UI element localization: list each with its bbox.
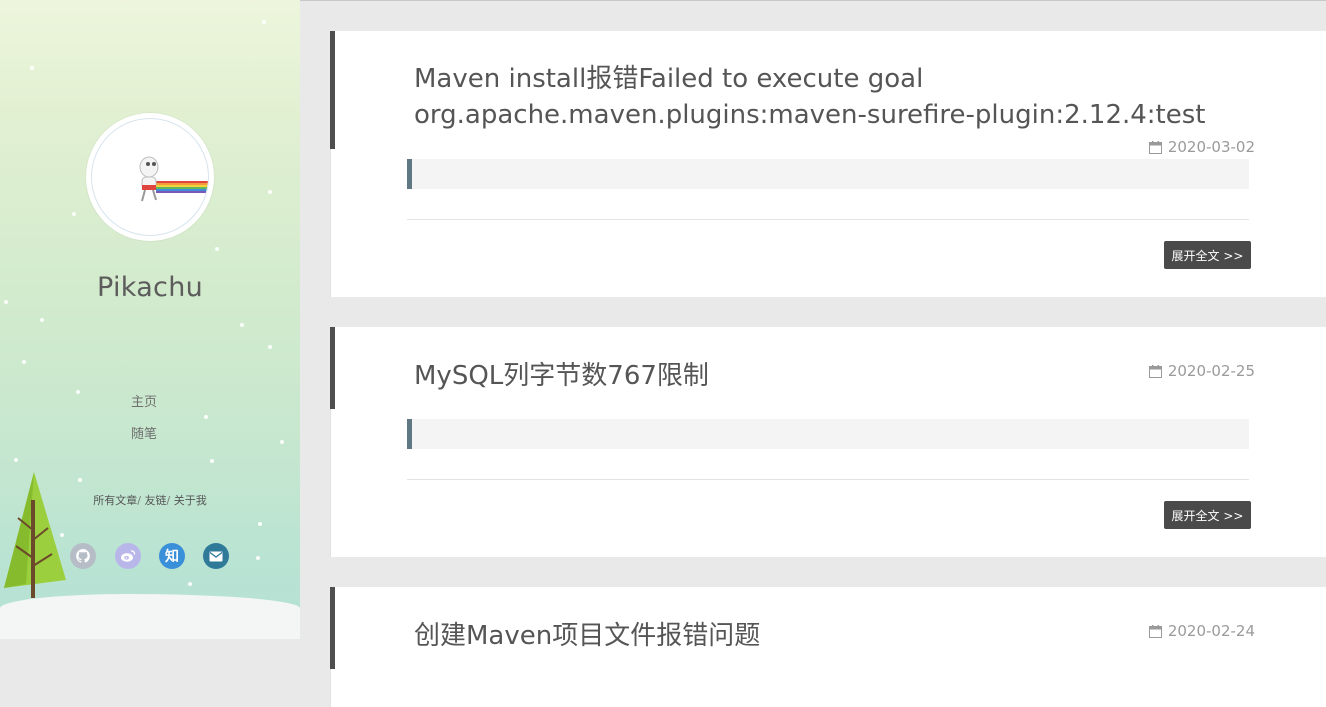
post-title[interactable]: 创建Maven项目文件报错问题 xyxy=(414,618,1234,654)
snowflake xyxy=(210,459,214,463)
snowflake xyxy=(72,212,76,216)
weibo-icon[interactable] xyxy=(115,543,141,569)
avatar[interactable] xyxy=(86,113,214,241)
site-title[interactable]: Pikachu xyxy=(0,272,300,303)
post-card: 创建Maven项目文件报错问题 2020-02-24 xyxy=(330,587,1326,707)
snowflake xyxy=(268,190,272,194)
snowflake xyxy=(22,360,26,364)
post-accent-bar xyxy=(330,587,335,669)
snowflake xyxy=(78,478,82,482)
post-date: 2020-02-25 xyxy=(1148,362,1255,380)
tree-illustration xyxy=(4,472,66,598)
calendar-icon xyxy=(1148,364,1162,378)
nav-item-essays[interactable]: 随笔 xyxy=(0,423,288,442)
link-all-articles[interactable]: 所有文章 xyxy=(93,494,137,507)
zhihu-icon[interactable]: 知 xyxy=(159,543,185,569)
avatar-image xyxy=(91,118,209,236)
link-separator: / xyxy=(166,494,171,507)
post-card: Maven install报错Failed to execute goal or… xyxy=(330,31,1326,297)
snowflake xyxy=(268,345,272,349)
link-friends[interactable]: 友链 xyxy=(145,494,167,507)
snowflake xyxy=(240,323,244,327)
post-card: MySQL列字节数767限制 2020-02-25 展开全文 >> xyxy=(330,327,1326,557)
github-icon[interactable] xyxy=(70,543,96,569)
post-divider xyxy=(407,479,1249,480)
link-separator: / xyxy=(137,494,141,507)
snowflake xyxy=(262,20,266,24)
read-more-button[interactable]: 展开全文 >> xyxy=(1164,501,1251,529)
mail-icon[interactable] xyxy=(203,543,229,569)
post-accent-bar xyxy=(330,327,335,409)
nav-item-home[interactable]: 主页 xyxy=(0,391,288,410)
post-title[interactable]: MySQL列字节数767限制 xyxy=(414,358,1234,394)
post-excerpt xyxy=(407,159,1249,189)
post-divider xyxy=(407,219,1249,220)
read-more-button[interactable]: 展开全文 >> xyxy=(1164,241,1251,269)
post-accent-bar xyxy=(330,31,335,149)
calendar-icon xyxy=(1148,140,1162,154)
snow-ground xyxy=(0,594,300,639)
snowflake xyxy=(30,66,34,70)
snowflake xyxy=(40,318,44,322)
post-date-text: 2020-03-02 xyxy=(1167,138,1255,156)
post-date: 2020-02-24 xyxy=(1148,622,1255,640)
snowflake xyxy=(256,556,260,560)
post-title[interactable]: Maven install报错Failed to execute goal or… xyxy=(414,61,1234,133)
post-date-text: 2020-02-24 xyxy=(1167,622,1255,640)
snowflake xyxy=(204,415,208,419)
sidebar: Pikachu 主页 随笔 所有文章/ 友链/ 关于我 知 xyxy=(0,0,300,639)
snowflake xyxy=(258,522,262,526)
snowflake xyxy=(14,458,18,462)
zhihu-glyph: 知 xyxy=(165,549,179,565)
snowflake xyxy=(188,582,192,586)
post-date-text: 2020-02-25 xyxy=(1167,362,1255,380)
snowflake xyxy=(215,247,219,251)
post-excerpt xyxy=(407,419,1249,449)
calendar-icon xyxy=(1148,624,1162,638)
link-about-me[interactable]: 关于我 xyxy=(174,494,207,507)
post-date: 2020-03-02 xyxy=(1148,138,1255,156)
